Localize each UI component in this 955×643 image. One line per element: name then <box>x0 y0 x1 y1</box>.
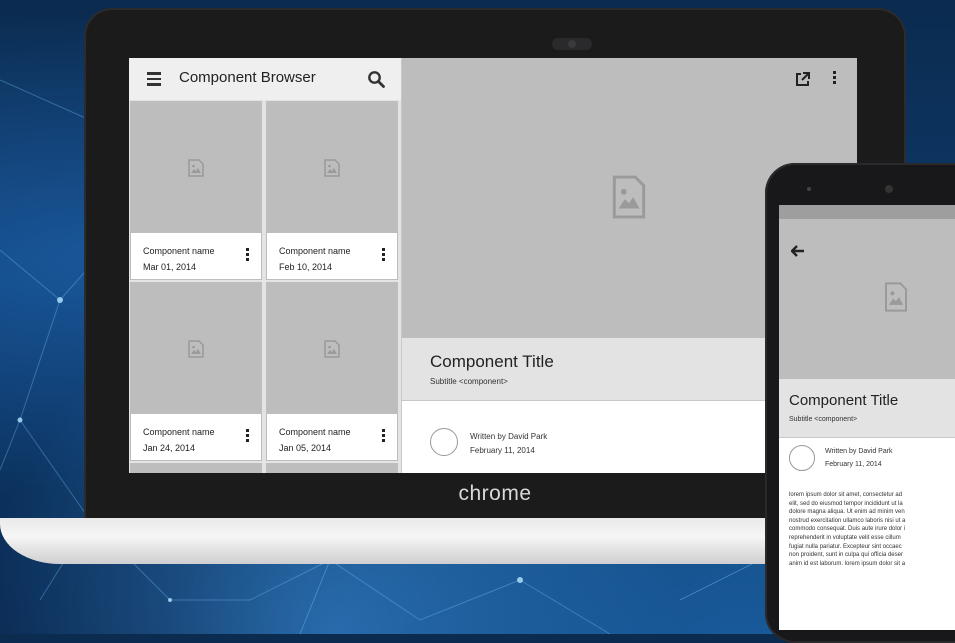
author-byline: Written by David Park <box>470 432 548 441</box>
card-date: Feb 10, 2014 <box>279 262 333 272</box>
author-avatar <box>430 428 458 456</box>
body-line: lorem ipsum dolor sit amet, consectetur … <box>789 492 903 498</box>
component-card[interactable]: Component name Jan 05, 2014 <box>266 282 398 461</box>
card-name: Component name <box>279 246 351 256</box>
more-vert-icon[interactable] <box>833 71 836 86</box>
card-name: Component name <box>143 246 215 256</box>
component-card[interactable]: Component name Mar 01, 2014 <box>130 101 262 280</box>
phone-camera <box>885 185 893 193</box>
card-date: Mar 01, 2014 <box>143 262 197 272</box>
component-title: Component Title <box>430 352 554 371</box>
status-bar <box>779 205 955 219</box>
more-vert-icon[interactable] <box>246 429 249 444</box>
more-vert-icon[interactable] <box>382 248 385 263</box>
more-vert-icon[interactable] <box>382 429 385 444</box>
image-placeholder-icon <box>324 159 340 177</box>
open-in-new-icon[interactable] <box>794 71 811 88</box>
body-line: commodo consequat. Duis aute irure dolor… <box>789 526 906 533</box>
phone-sensor <box>807 187 811 191</box>
component-card[interactable] <box>266 463 398 473</box>
card-name: Component name <box>279 427 351 437</box>
phone-screen: Component Title Subtitle <component> Wri… <box>779 205 955 630</box>
image-placeholder-icon <box>885 282 907 312</box>
card-date: Jan 24, 2014 <box>143 443 196 453</box>
image-placeholder-icon <box>188 159 204 177</box>
body-line: nostrud exercitation ullamco laboris nis… <box>789 517 906 524</box>
image-placeholder-icon <box>324 340 340 358</box>
component-card[interactable]: Component name Jan 24, 2014 <box>130 282 262 461</box>
webcam <box>552 38 592 50</box>
component-list-panel: Component Browser Component name Mar 01,… <box>129 58 402 473</box>
article-body: lorem ipsum dolor sit amet, consectetur … <box>789 491 955 568</box>
publish-date: February 11, 2014 <box>470 446 535 455</box>
body-line: anim id est laborum. lorem ipsum dolor s… <box>789 560 906 567</box>
author-avatar <box>789 445 815 471</box>
app-title: Component Browser <box>179 69 316 86</box>
card-date: Jan 05, 2014 <box>279 443 332 453</box>
component-title: Component Title <box>789 392 899 409</box>
back-arrow-icon[interactable] <box>791 245 805 257</box>
card-thumbnail <box>131 102 261 233</box>
component-subtitle: Subtitle <component> <box>789 416 858 423</box>
body-line: elit, sed do eiusmod tempor incididunt u… <box>789 500 903 507</box>
component-card[interactable]: Component name Feb 10, 2014 <box>266 101 398 280</box>
body-line: reprehenderit in voluptate velit esse ci… <box>789 534 901 541</box>
component-subtitle: Subtitle <component> <box>430 377 508 386</box>
phone-title-bar: Component Title Subtitle <component> <box>779 379 955 438</box>
component-card[interactable] <box>130 463 262 473</box>
card-thumbnail <box>267 102 397 233</box>
search-icon[interactable] <box>367 70 385 88</box>
laptop-screen: Component Browser Component name Mar 01,… <box>129 58 857 473</box>
image-placeholder-icon <box>612 175 646 219</box>
app-bar: Component Browser <box>129 58 401 100</box>
phone-hero-image <box>779 219 955 379</box>
image-placeholder-icon <box>188 340 204 358</box>
card-thumbnail <box>131 283 261 414</box>
body-line: fugiat nulla pariatur. Excepteur sint oc… <box>789 543 902 550</box>
phone-device: Component Title Subtitle <component> Wri… <box>765 163 955 643</box>
author-byline: Written by David Park <box>825 448 893 455</box>
body-line: non proident, sunt in culpa qui officia … <box>789 552 903 559</box>
card-thumbnail <box>131 464 261 473</box>
card-thumbnail <box>267 283 397 414</box>
body-line: dolore magna aliqua. Ut enim ad minim ve… <box>789 509 905 516</box>
card-thumbnail <box>267 464 397 473</box>
publish-date: February 11, 2014 <box>825 461 882 468</box>
card-name: Component name <box>143 427 215 437</box>
hamburger-menu-icon[interactable] <box>147 72 161 86</box>
more-vert-icon[interactable] <box>246 248 249 263</box>
